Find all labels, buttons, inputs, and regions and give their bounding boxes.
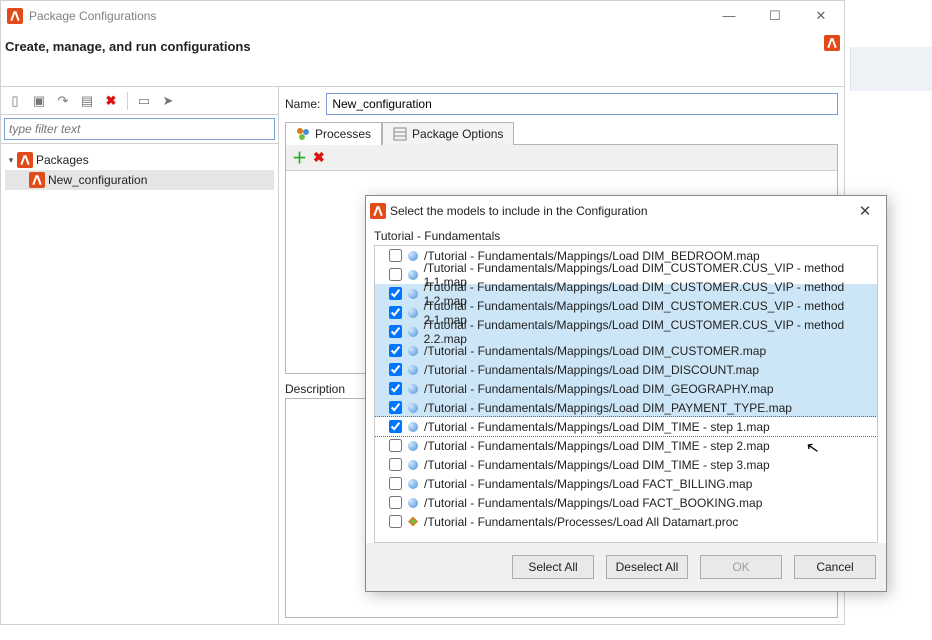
model-checkbox[interactable] (389, 249, 402, 262)
mapping-icon (406, 249, 420, 263)
model-label: /Tutorial - Fundamentals/Mappings/Load D… (424, 318, 877, 346)
model-checkbox[interactable] (389, 439, 402, 452)
mapping-icon (406, 344, 420, 358)
model-label: /Tutorial - Fundamentals/Mappings/Load D… (424, 401, 792, 415)
model-checkbox[interactable] (389, 515, 402, 528)
mapping-icon (406, 439, 420, 453)
mapping-icon (406, 287, 420, 301)
list-item[interactable]: /Tutorial - Fundamentals/Mappings/Load D… (375, 379, 877, 398)
mapping-icon (406, 401, 420, 415)
copy-icon[interactable]: ▭ (134, 91, 154, 111)
list-item[interactable]: /Tutorial - Fundamentals/Mappings/Load F… (375, 474, 877, 493)
mapping-icon (406, 268, 420, 282)
mapping-icon (406, 458, 420, 472)
mapping-icon (406, 477, 420, 491)
delete-icon[interactable]: ✖ (101, 91, 121, 111)
model-label: /Tutorial - Fundamentals/Mappings/Load F… (424, 477, 752, 491)
new-config-icon[interactable]: ▯ (5, 91, 25, 111)
select-models-dialog: Select the models to include in the Conf… (365, 195, 887, 592)
model-list[interactable]: /Tutorial - Fundamentals/Mappings/Load D… (374, 245, 878, 543)
model-checkbox[interactable] (389, 287, 402, 300)
list-item[interactable]: /Tutorial - Fundamentals/Mappings/Load F… (375, 493, 877, 512)
dialog-close-icon[interactable]: ✕ (848, 202, 882, 220)
import-icon[interactable]: ▤ (77, 91, 97, 111)
dialog-icon (370, 203, 386, 219)
group-header: Tutorial - Fundamentals (366, 226, 886, 243)
mapping-icon (406, 382, 420, 396)
model-label: /Tutorial - Fundamentals/Mappings/Load D… (424, 344, 766, 358)
list-item[interactable]: /Tutorial - Fundamentals/Mappings/Load D… (375, 436, 877, 455)
list-item[interactable]: /Tutorial - Fundamentals/Mappings/Load D… (375, 417, 877, 436)
background-panel (850, 47, 932, 91)
tab-package-options[interactable]: Package Options (382, 122, 514, 145)
app-icon (7, 8, 23, 24)
model-checkbox[interactable] (389, 477, 402, 490)
package-icon (29, 172, 45, 188)
cancel-button[interactable]: Cancel (794, 555, 876, 579)
titlebar[interactable]: Package Configurations — ☐ ✕ (1, 1, 844, 31)
name-input[interactable] (326, 93, 838, 115)
mapping-icon (406, 363, 420, 377)
dialog-title: Select the models to include in the Conf… (386, 204, 848, 218)
window-title: Package Configurations (29, 9, 706, 23)
list-item[interactable]: /Tutorial - Fundamentals/Mappings/Load D… (375, 322, 877, 341)
caret-down-icon[interactable]: ▾ (5, 155, 17, 166)
list-item[interactable]: /Tutorial - Fundamentals/Mappings/Load D… (375, 455, 877, 474)
sidebar: ▯ ▣ ↷ ▤ ✖ ▭ ➤ ▾ Packages Ne (1, 87, 279, 624)
model-checkbox[interactable] (389, 401, 402, 414)
sidebar-tree: ▾ Packages New_configuration (1, 144, 278, 196)
deselect-all-button[interactable]: Deselect All (606, 555, 688, 579)
mapping-icon (406, 420, 420, 434)
mapping-icon (406, 496, 420, 510)
new-folder-icon[interactable]: ▣ (29, 91, 49, 111)
process-icon (406, 515, 420, 529)
header: Create, manage, and run configurations (1, 31, 844, 86)
export-icon[interactable]: ↷ (53, 91, 73, 111)
header-brand-icon (824, 35, 840, 51)
mapping-icon (406, 306, 420, 320)
tab-processes[interactable]: Processes (285, 122, 382, 145)
model-checkbox[interactable] (389, 325, 402, 338)
model-label: /Tutorial - Fundamentals/Mappings/Load D… (424, 363, 759, 377)
add-process-icon[interactable]: ＋ (292, 147, 307, 168)
processes-icon (296, 127, 310, 141)
model-label: /Tutorial - Fundamentals/Processes/Load … (424, 515, 738, 529)
maximize-button[interactable]: ☐ (752, 1, 798, 31)
header-title: Create, manage, and run configurations (5, 39, 251, 54)
list-item[interactable]: /Tutorial - Fundamentals/Processes/Load … (375, 512, 877, 531)
model-label: /Tutorial - Fundamentals/Mappings/Load D… (424, 458, 770, 472)
model-label: /Tutorial - Fundamentals/Mappings/Load D… (424, 382, 774, 396)
close-button[interactable]: ✕ (798, 1, 844, 31)
minimize-button[interactable]: — (706, 1, 752, 31)
model-label: /Tutorial - Fundamentals/Mappings/Load F… (424, 496, 762, 510)
list-item[interactable]: /Tutorial - Fundamentals/Mappings/Load D… (375, 398, 877, 417)
packages-icon (17, 152, 33, 168)
description-label: Description (285, 382, 345, 396)
remove-process-icon[interactable]: ✖ (313, 149, 325, 166)
model-checkbox[interactable] (389, 458, 402, 471)
model-label: /Tutorial - Fundamentals/Mappings/Load D… (424, 420, 770, 434)
options-icon (393, 127, 407, 141)
tree-item[interactable]: New_configuration (5, 170, 274, 190)
model-checkbox[interactable] (389, 382, 402, 395)
select-all-button[interactable]: Select All (512, 555, 594, 579)
model-checkbox[interactable] (389, 363, 402, 376)
ok-button[interactable]: OK (700, 555, 782, 579)
tree-root[interactable]: ▾ Packages (5, 150, 274, 170)
model-checkbox[interactable] (389, 420, 402, 433)
mapping-icon (406, 325, 420, 339)
model-checkbox[interactable] (389, 306, 402, 319)
list-item[interactable]: /Tutorial - Fundamentals/Mappings/Load D… (375, 360, 877, 379)
model-label: /Tutorial - Fundamentals/Mappings/Load D… (424, 439, 770, 453)
name-label: Name: (285, 97, 320, 111)
run-icon[interactable]: ➤ (158, 91, 178, 111)
model-checkbox[interactable] (389, 268, 402, 281)
model-checkbox[interactable] (389, 344, 402, 357)
model-checkbox[interactable] (389, 496, 402, 509)
sidebar-toolbar: ▯ ▣ ↷ ▤ ✖ ▭ ➤ (1, 87, 278, 115)
dialog-titlebar[interactable]: Select the models to include in the Conf… (366, 196, 886, 226)
filter-input[interactable] (4, 118, 275, 140)
